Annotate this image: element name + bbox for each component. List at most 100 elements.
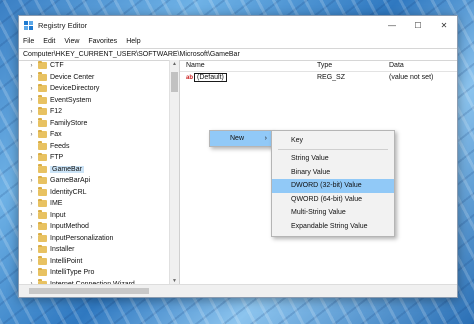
folder-icon [38, 60, 47, 70]
menu-item-label: DWORD (32-bit) Value [291, 182, 362, 190]
expand-chevron-icon[interactable]: › [27, 235, 36, 241]
tree-item[interactable]: › InputPersonalization [19, 233, 179, 245]
tree-item[interactable]: › FTP [19, 152, 179, 164]
folder-icon [38, 164, 47, 173]
column-type[interactable]: Type [317, 62, 389, 69]
folder-icon [38, 83, 47, 93]
folder-icon [38, 72, 47, 81]
expand-chevron-icon[interactable]: › [27, 247, 36, 253]
tree-item[interactable]: › DeviceDirectory [19, 83, 179, 95]
expand-chevron-icon[interactable]: › [27, 212, 36, 218]
expand-chevron-icon[interactable]: › [27, 86, 36, 92]
tree-item[interactable]: Feeds [19, 141, 179, 153]
expand-chevron-icon[interactable]: › [27, 201, 36, 207]
menu-item-dword-value[interactable]: DWORD (32-bit) Value [272, 179, 394, 193]
value-name-edit[interactable]: (Default) [194, 73, 227, 82]
tree-item[interactable]: GameBar [19, 164, 179, 176]
scrollbar-thumb[interactable] [29, 288, 149, 294]
tree-item[interactable]: › GameBarApi [19, 175, 179, 187]
title-bar[interactable]: Registry Editor — ☐ ✕ [19, 16, 457, 35]
registry-editor-icon [24, 21, 33, 30]
expand-chevron-icon[interactable]: › [27, 224, 36, 230]
folder-icon [38, 210, 47, 219]
tree-item-label: InputMethod [50, 223, 89, 231]
tree-item-label: IdentityCRL [50, 188, 87, 196]
tree-item-label: EventSystem [50, 96, 92, 104]
tree-item-label: Feeds [50, 142, 70, 150]
value-data: (value not set) [389, 74, 434, 81]
menu-view[interactable]: View [64, 38, 79, 45]
expand-chevron-icon[interactable]: › [27, 155, 36, 161]
expand-chevron-icon[interactable]: › [27, 63, 36, 69]
value-row-default[interactable]: ab (Default) REG_SZ (value not set) [180, 72, 457, 83]
menu-favorites[interactable]: Favorites [88, 38, 117, 45]
folder-icon [38, 129, 47, 139]
column-data[interactable]: Data [389, 62, 457, 69]
menu-item-multi-string-value[interactable]: Multi-String Value [272, 206, 394, 220]
menu-item-label: String Value [291, 155, 329, 163]
tree-item-label: IntelliPoint [50, 257, 83, 265]
expand-chevron-icon[interactable]: › [27, 120, 36, 126]
tree-item-label: IntelliType Pro [50, 269, 95, 277]
menu-item-binary-value[interactable]: Binary Value [272, 166, 394, 180]
menu-file[interactable]: File [23, 38, 34, 45]
expand-chevron-icon[interactable]: › [27, 97, 36, 103]
expand-chevron-icon[interactable]: › [27, 189, 36, 195]
tree-item[interactable]: › InputMethod [19, 221, 179, 233]
tree-item-label: GameBarApi [50, 177, 91, 185]
folder-icon [38, 244, 47, 254]
scroll-up-icon[interactable]: ▲ [170, 61, 179, 67]
tree-item-label: IME [50, 200, 63, 208]
tree-item-label: FamilyStore [50, 119, 88, 127]
tree-item[interactable]: › EventSystem [19, 95, 179, 107]
key-tree: › CTF › Device Center › DeviceDirectory › Event… [19, 60, 180, 285]
menu-item-expandable-string-value[interactable]: Expandable String Value [272, 220, 394, 234]
folder-icon [38, 141, 47, 150]
new-submenu: Key String Value Binary Value DWORD (32-… [271, 130, 395, 237]
tree-item[interactable]: › Fax [19, 129, 179, 141]
scrollbar-thumb[interactable] [171, 72, 178, 92]
menu-edit[interactable]: Edit [43, 38, 55, 45]
expand-chevron-icon[interactable]: › [27, 178, 36, 184]
tree-item[interactable]: › IdentityCRL [19, 187, 179, 199]
folder-icon [38, 267, 47, 277]
horizontal-scrollbar[interactable] [19, 284, 457, 297]
menu-item-string-value[interactable]: String Value [272, 152, 394, 166]
tree-item-label: FTP [50, 154, 64, 162]
list-header: Name Type Data [180, 60, 457, 72]
menu-bar: File Edit View Favorites Help [19, 35, 457, 48]
maximize-button[interactable]: ☐ [405, 16, 431, 35]
tree-item[interactable]: › Installer [19, 244, 179, 256]
tree-item[interactable]: › IntelliPoint [19, 256, 179, 268]
expand-chevron-icon[interactable]: › [27, 132, 36, 138]
folder-icon [38, 118, 47, 127]
tree-item[interactable]: › F12 [19, 106, 179, 118]
menu-help[interactable]: Help [126, 38, 140, 45]
menu-item-new-label: New [230, 135, 245, 142]
tree-item[interactable]: › Input [19, 210, 179, 222]
menu-item-qword-value[interactable]: QWORD (64-bit) Value [272, 193, 394, 207]
tree-item-label: F12 [50, 108, 63, 116]
tree-scrollbar[interactable]: ▲ ▼ [169, 60, 179, 285]
tree-item[interactable]: › Device Center [19, 72, 179, 84]
menu-item-new[interactable]: New › [210, 131, 272, 146]
expand-chevron-icon[interactable]: › [27, 109, 36, 115]
tree-item[interactable]: › CTF [19, 60, 179, 72]
expand-chevron-icon[interactable]: › [27, 270, 36, 276]
column-name[interactable]: Name [180, 62, 317, 69]
window-title: Registry Editor [38, 21, 88, 30]
tree-item-label: Device Center [50, 73, 95, 81]
menu-item-label: QWORD (64-bit) Value [291, 195, 363, 203]
menu-item-key[interactable]: Key [272, 134, 394, 147]
tree-item[interactable]: › FamilyStore [19, 118, 179, 130]
tree-item-label: InputPersonalization [50, 234, 114, 242]
folder-icon [38, 175, 47, 185]
minimize-button[interactable]: — [379, 16, 405, 35]
tree-item[interactable]: › IntelliType Pro [19, 267, 179, 279]
expand-chevron-icon[interactable]: › [27, 258, 36, 264]
expand-chevron-icon[interactable]: › [27, 74, 36, 80]
tree-item[interactable]: › IME [19, 198, 179, 210]
tree-item-label: Fax [50, 131, 62, 139]
folder-icon [38, 221, 47, 231]
close-button[interactable]: ✕ [431, 16, 457, 35]
